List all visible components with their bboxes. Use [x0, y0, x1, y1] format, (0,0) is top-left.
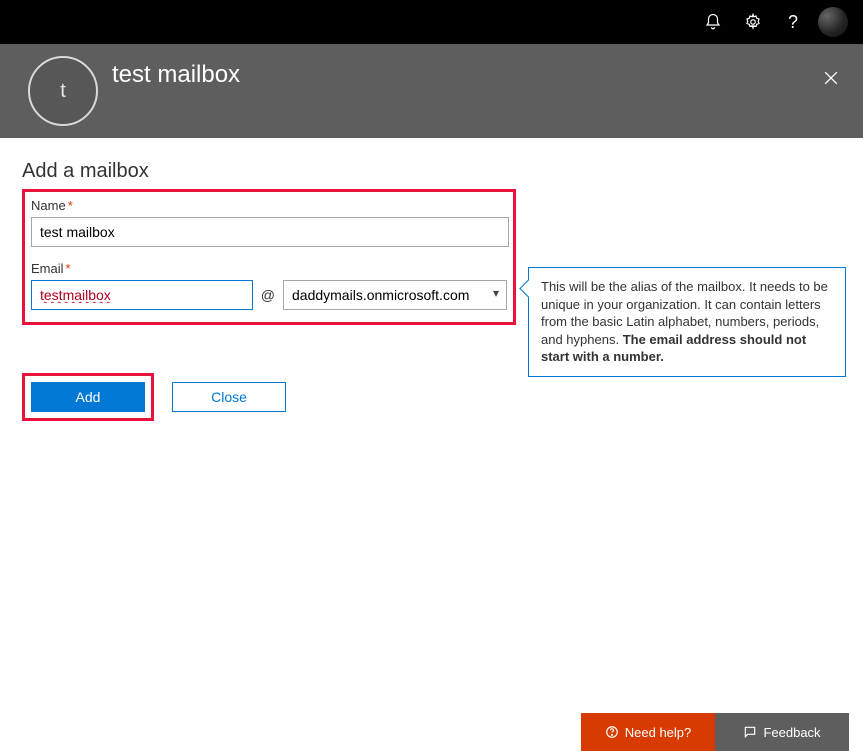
- footer-bar: Need help? Feedback: [581, 713, 849, 751]
- close-button[interactable]: Close: [172, 382, 286, 412]
- required-asterisk: *: [68, 198, 73, 213]
- avatar-letter: t: [60, 80, 66, 103]
- topbar: ?: [0, 0, 863, 44]
- add-button[interactable]: Add: [31, 382, 145, 412]
- name-label: Name*: [31, 198, 507, 213]
- page-heading: Add a mailbox: [22, 160, 841, 183]
- need-help-label: Need help?: [625, 725, 692, 740]
- bell-icon[interactable]: [693, 0, 733, 44]
- panel-title: test mailbox: [112, 61, 240, 89]
- user-avatar[interactable]: [813, 0, 853, 44]
- required-asterisk: *: [66, 261, 71, 276]
- feedback-button[interactable]: Feedback: [715, 713, 849, 751]
- help-icon[interactable]: ?: [773, 0, 813, 44]
- button-row: Add Close: [22, 373, 841, 421]
- close-icon[interactable]: [821, 68, 841, 91]
- email-label: Email*: [31, 261, 507, 276]
- avatar-circle: t: [28, 56, 98, 126]
- email-row: @ daddymails.onmicrosoft.com: [31, 280, 507, 310]
- panel-header: t test mailbox: [0, 44, 863, 138]
- chat-icon: [743, 725, 757, 739]
- gear-icon[interactable]: [733, 0, 773, 44]
- email-alias-input[interactable]: [31, 280, 253, 310]
- alias-callout: This will be the alias of the mailbox. I…: [528, 267, 846, 377]
- domain-select[interactable]: daddymails.onmicrosoft.com: [283, 280, 507, 310]
- at-symbol: @: [261, 287, 275, 303]
- form-highlight-box: Name* Email* @ daddymails.onmicrosoft.co…: [22, 189, 516, 325]
- question-circle-icon: [605, 725, 619, 739]
- need-help-button[interactable]: Need help?: [581, 713, 715, 751]
- add-button-highlight: Add: [22, 373, 154, 421]
- domain-select-wrap: daddymails.onmicrosoft.com: [283, 280, 507, 310]
- feedback-label: Feedback: [763, 725, 820, 740]
- content-area: Add a mailbox Name* Email* @ daddymails.…: [0, 138, 863, 421]
- name-input[interactable]: [31, 217, 509, 247]
